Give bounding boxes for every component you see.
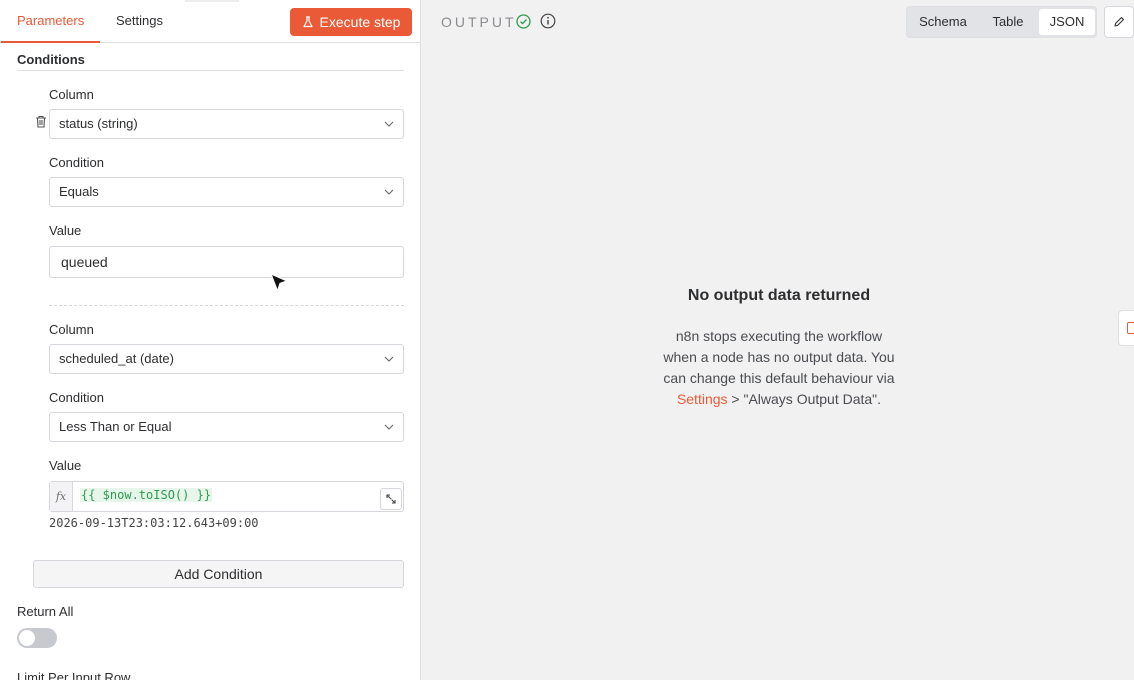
- fx-icon: fx: [50, 482, 73, 511]
- execute-step-label: Execute step: [319, 14, 401, 30]
- view-table[interactable]: Table: [977, 9, 1039, 35]
- value-label: Value: [49, 223, 82, 238]
- output-view-switcher: Schema Table JSON: [906, 6, 1097, 38]
- empty-output-text-end: > "Always Output Data".: [727, 391, 882, 407]
- flask-icon: [302, 16, 313, 28]
- document-icon: [1127, 322, 1134, 334]
- tab-settings[interactable]: Settings: [100, 0, 179, 43]
- check-circle-icon: [516, 14, 531, 29]
- column-select[interactable]: status (string): [49, 109, 404, 139]
- column-label: Column: [49, 322, 94, 337]
- tab-parameters[interactable]: Parameters: [1, 0, 100, 43]
- pencil-icon: [1114, 16, 1125, 27]
- chevron-down-icon: [384, 189, 394, 195]
- condition-label: Condition: [49, 390, 104, 405]
- return-all-label: Return All: [17, 604, 74, 619]
- edit-output-button[interactable]: [1104, 6, 1134, 38]
- settings-link[interactable]: Settings: [677, 391, 728, 407]
- condition-select[interactable]: Less Than or Equal: [49, 412, 404, 442]
- column-select[interactable]: scheduled_at (date): [49, 344, 404, 374]
- view-json[interactable]: JSON: [1039, 9, 1095, 35]
- expression-editor[interactable]: fx {{ $now.toISO() }}: [49, 481, 404, 512]
- output-panel: OUTPUT Schema Table JSON No output data …: [421, 0, 1134, 680]
- drag-handle[interactable]: [185, 0, 239, 2]
- panel-tabs: Parameters Settings Execute step: [0, 0, 420, 43]
- chevron-down-icon: [384, 356, 394, 362]
- expression-result: 2026-09-13T23:03:12.643+09:00: [49, 516, 259, 530]
- output-title: OUTPUT: [441, 14, 517, 30]
- value-label: Value: [49, 458, 82, 473]
- condition-select-value: Less Than or Equal: [59, 419, 172, 434]
- column-select-value: scheduled_at (date): [59, 351, 174, 366]
- add-condition-button[interactable]: Add Condition: [33, 560, 404, 588]
- execute-step-button[interactable]: Execute step: [290, 8, 412, 36]
- side-panel-toggle[interactable]: [1118, 310, 1134, 346]
- parameters-panel: Parameters Settings Execute step Conditi…: [0, 0, 421, 680]
- chevron-down-icon: [384, 121, 394, 127]
- condition-label: Condition: [49, 155, 104, 170]
- toggle-knob: [19, 630, 35, 646]
- chevron-down-icon: [384, 424, 394, 430]
- empty-output-message: n8n stops executing the workflow when a …: [659, 326, 899, 410]
- condition-separator: [49, 305, 404, 306]
- expression-text[interactable]: {{ $now.toISO() }}: [80, 488, 213, 502]
- column-label: Column: [49, 87, 94, 102]
- empty-output-text: n8n stops executing the workflow when a …: [663, 328, 895, 386]
- return-all-toggle[interactable]: [17, 628, 57, 648]
- empty-output-title: No output data returned: [687, 287, 871, 304]
- divider: [17, 70, 404, 71]
- expand-icon: [386, 494, 396, 504]
- open-expression-editor-button[interactable]: [380, 488, 402, 510]
- value-input[interactable]: queued: [49, 246, 404, 278]
- column-select-value: status (string): [59, 116, 138, 131]
- condition-select[interactable]: Equals: [49, 177, 404, 207]
- view-schema[interactable]: Schema: [909, 9, 977, 35]
- trash-icon[interactable]: [35, 115, 47, 128]
- conditions-title: Conditions: [17, 52, 85, 67]
- limit-per-input-row-label: Limit Per Input Row: [17, 670, 131, 680]
- info-icon[interactable]: [540, 13, 556, 29]
- condition-select-value: Equals: [59, 184, 99, 199]
